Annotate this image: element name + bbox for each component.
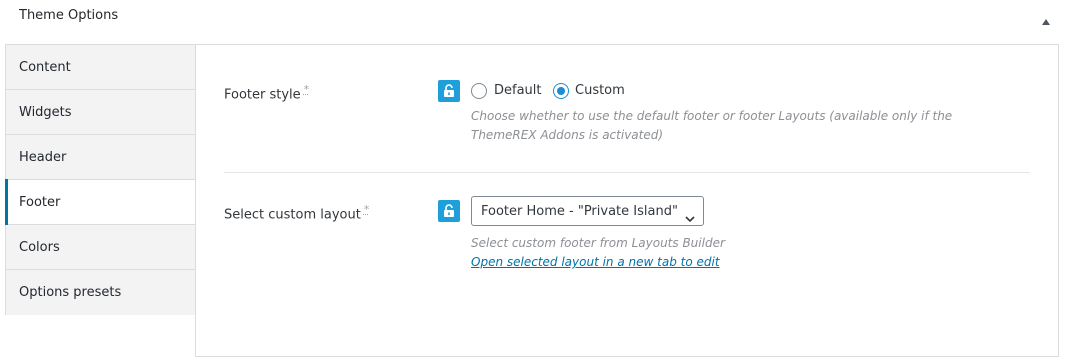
tab-label: Content <box>19 60 71 75</box>
footer-style-default-radio[interactable] <box>471 83 487 99</box>
footer-style-label-text: Footer style <box>224 87 301 103</box>
collapse-up-icon[interactable] <box>1041 11 1051 25</box>
panel-header: Theme Options <box>0 0 1065 33</box>
tab-options-presets[interactable]: Options presets <box>6 270 196 315</box>
tab-label: Widgets <box>19 105 72 120</box>
tab-label: Header <box>19 150 67 165</box>
custom-layout-select[interactable]: Footer Home - "Private Island" <box>471 196 704 226</box>
tab-label: Colors <box>19 240 60 255</box>
tab-label: Footer <box>19 195 61 210</box>
custom-layout-selected-value: Footer Home - "Private Island" <box>481 204 678 219</box>
tab-widgets[interactable]: Widgets <box>6 90 196 135</box>
tab-header[interactable]: Header <box>6 135 196 180</box>
footer-style-label: Footer style * <box>224 83 309 102</box>
tab-content[interactable]: Content <box>6 45 196 90</box>
unlock-icon[interactable] <box>438 80 460 102</box>
custom-layout-label: Select custom layout * <box>224 203 369 222</box>
custom-layout-description: Select custom footer from Layouts Builde… <box>471 236 725 250</box>
footer-style-custom-radio[interactable] <box>553 83 569 99</box>
footer-style-custom-label[interactable]: Custom <box>575 83 625 98</box>
tab-label: Options presets <box>19 285 122 300</box>
panel-title: Theme Options <box>19 8 119 23</box>
tab-content-panel: Footer style * Default Custom Choose whet… <box>195 44 1059 357</box>
unlock-icon[interactable] <box>438 200 460 222</box>
options-tabs: Content Widgets Header Footer Colors Opt… <box>5 44 196 315</box>
tab-colors[interactable]: Colors <box>6 225 196 270</box>
required-mark: * <box>363 203 370 216</box>
chevron-down-icon <box>685 208 695 227</box>
divider <box>224 172 1030 173</box>
open-layout-link[interactable]: Open selected layout in a new tab to edi… <box>471 255 720 269</box>
custom-layout-label-text: Select custom layout <box>224 207 361 223</box>
required-mark: * <box>303 83 310 96</box>
tab-footer[interactable]: Footer <box>5 179 196 225</box>
footer-style-description: Choose whether to use the default footer… <box>471 109 953 142</box>
footer-style-default-label[interactable]: Default <box>494 83 542 98</box>
